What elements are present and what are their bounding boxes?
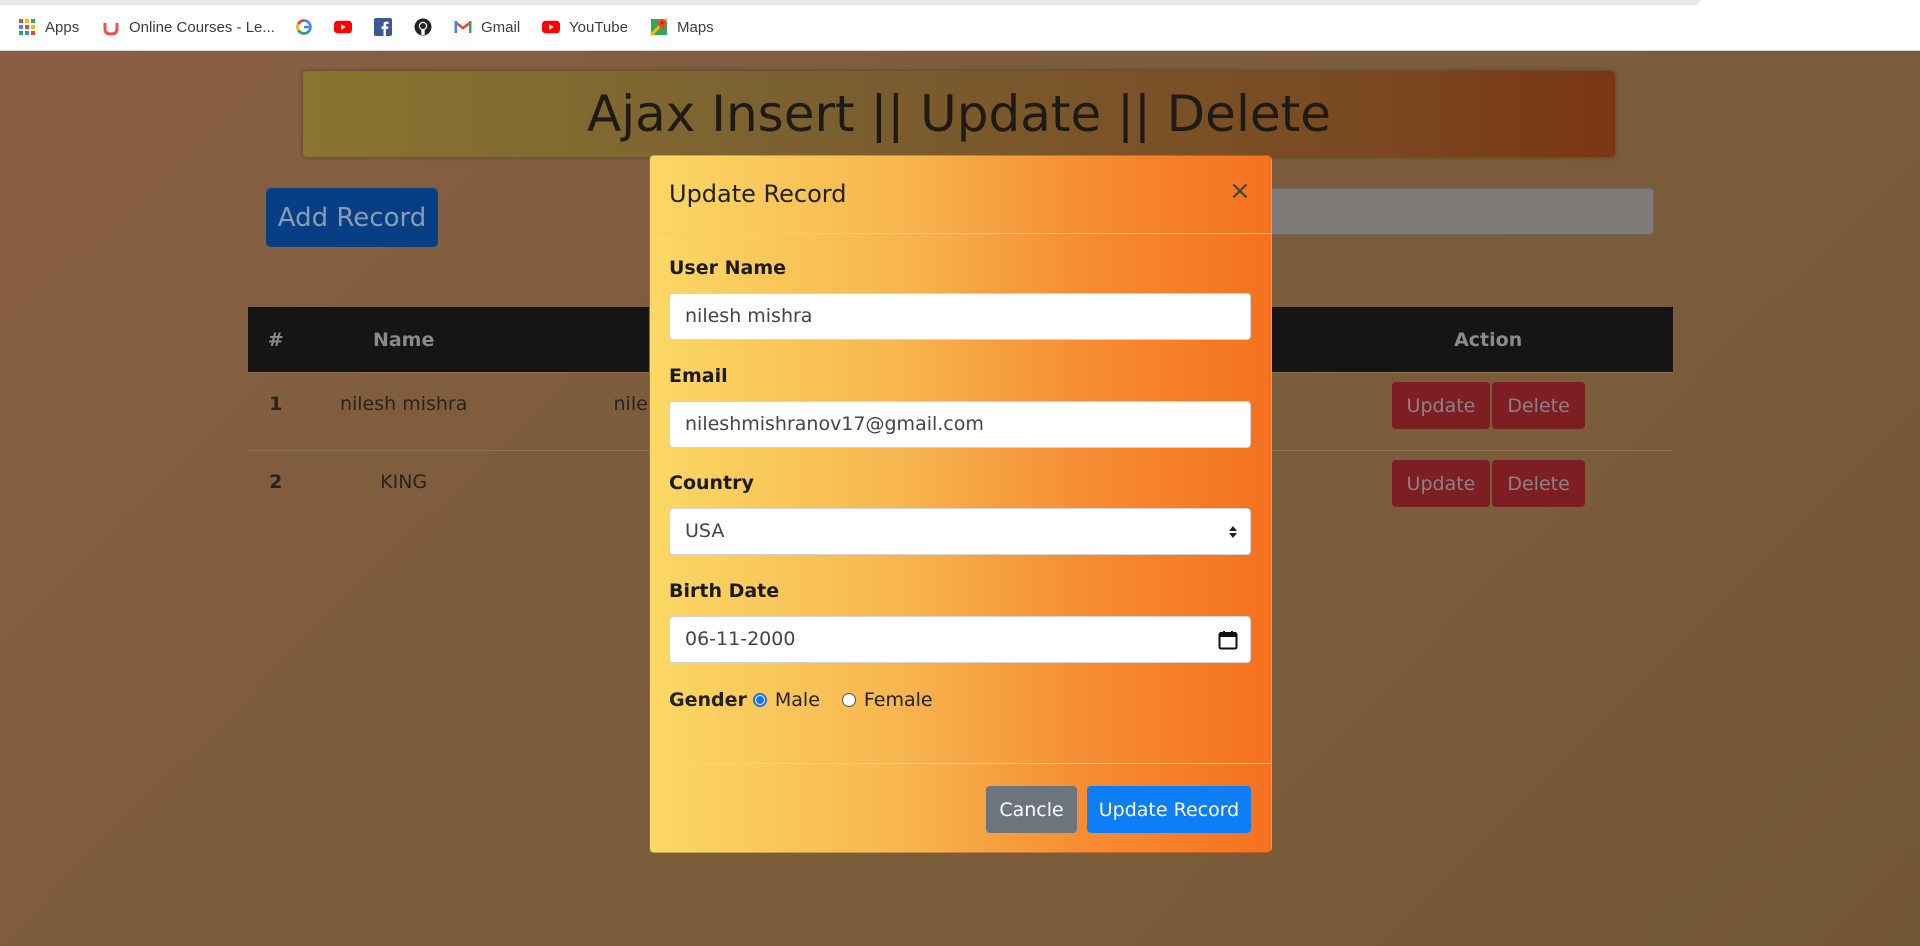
row-actions: Update Delete xyxy=(1303,450,1673,529)
add-record-button[interactable]: Add Record xyxy=(266,188,438,247)
select-arrows-icon xyxy=(1228,509,1238,554)
search-input[interactable] xyxy=(1245,188,1654,235)
tab-strip-edge xyxy=(0,0,1700,5)
bookmark-apps[interactable]: Apps xyxy=(18,17,79,37)
birth-date-field[interactable]: 06-11-2000 xyxy=(669,616,1251,663)
page-title: Ajax Insert || Update || Delete xyxy=(587,85,1331,143)
delete-button[interactable]: Delete xyxy=(1492,382,1585,429)
bookmark-github[interactable] xyxy=(414,17,441,37)
cancel-button[interactable]: Cancle xyxy=(986,786,1077,833)
delete-button[interactable]: Delete xyxy=(1492,460,1585,507)
page-header-banner: Ajax Insert || Update || Delete xyxy=(303,71,1615,157)
apps-grid-icon xyxy=(18,18,36,36)
update-button[interactable]: Update xyxy=(1391,460,1491,507)
bookmark-youtube[interactable]: YouTube xyxy=(542,17,628,37)
bookmark-label: YouTube xyxy=(569,18,628,36)
gender-female-label[interactable]: Female xyxy=(864,689,933,711)
row-name: KING xyxy=(303,450,504,529)
update-button[interactable]: Update xyxy=(1391,382,1491,429)
row-num: 1 xyxy=(248,372,304,451)
bookmark-youtube-short[interactable] xyxy=(334,17,361,37)
bookmark-label: Apps xyxy=(45,18,80,36)
modal-title: Update Record xyxy=(669,180,847,208)
bookmark-udemy[interactable]: Online Courses - Le... xyxy=(102,17,275,37)
birth-date-value: 06-11-2000 xyxy=(685,628,796,650)
maps-icon xyxy=(650,18,668,36)
bookmarks-bar: Apps Online Courses - Le... Gmail YouTub… xyxy=(0,0,1920,51)
email-label: Email xyxy=(669,365,728,387)
gender-male-radio[interactable] xyxy=(752,693,767,707)
email-field[interactable]: nileshmishranov17@gmail.com xyxy=(669,401,1251,448)
birth-date-label: Birth Date xyxy=(669,580,780,602)
youtube-icon xyxy=(334,18,352,36)
close-icon[interactable]: × xyxy=(1229,178,1251,204)
gender-label: Gender xyxy=(669,689,747,711)
update-record-button[interactable]: Update Record xyxy=(1087,786,1251,833)
header-action: Action xyxy=(1303,307,1673,373)
header-name: Name xyxy=(303,307,504,373)
bookmark-facebook[interactable] xyxy=(374,17,401,37)
update-record-modal: Update Record × User Name nilesh mishra … xyxy=(649,155,1272,853)
bookmark-label: Maps xyxy=(677,18,714,36)
country-selected-value: USA xyxy=(685,520,725,542)
bookmark-gmail[interactable]: Gmail xyxy=(454,17,520,37)
modal-header: Update Record × xyxy=(650,156,1271,234)
gender-group: Gender Male Female xyxy=(669,689,933,711)
bookmark-google[interactable] xyxy=(295,17,322,37)
calendar-icon[interactable] xyxy=(1218,617,1238,662)
facebook-icon xyxy=(374,18,392,36)
gmail-icon xyxy=(454,18,472,36)
udemy-icon xyxy=(102,18,120,36)
youtube-icon xyxy=(542,18,560,36)
username-field[interactable]: nilesh mishra xyxy=(669,293,1251,340)
gender-female-radio[interactable] xyxy=(841,693,856,707)
gender-male-label[interactable]: Male xyxy=(775,689,820,711)
row-name: nilesh mishra xyxy=(303,372,504,451)
google-icon xyxy=(295,18,313,36)
row-actions: Update Delete xyxy=(1303,372,1673,451)
country-label: Country xyxy=(669,472,754,494)
row-num: 2 xyxy=(248,450,304,529)
bookmark-label: Gmail xyxy=(481,18,521,36)
github-icon xyxy=(414,18,432,36)
bookmark-maps[interactable]: Maps xyxy=(650,17,714,37)
country-select[interactable]: USA xyxy=(669,508,1251,555)
bookmark-label: Online Courses - Le... xyxy=(129,18,275,36)
header-num: # xyxy=(248,307,304,373)
username-label: User Name xyxy=(669,257,787,279)
